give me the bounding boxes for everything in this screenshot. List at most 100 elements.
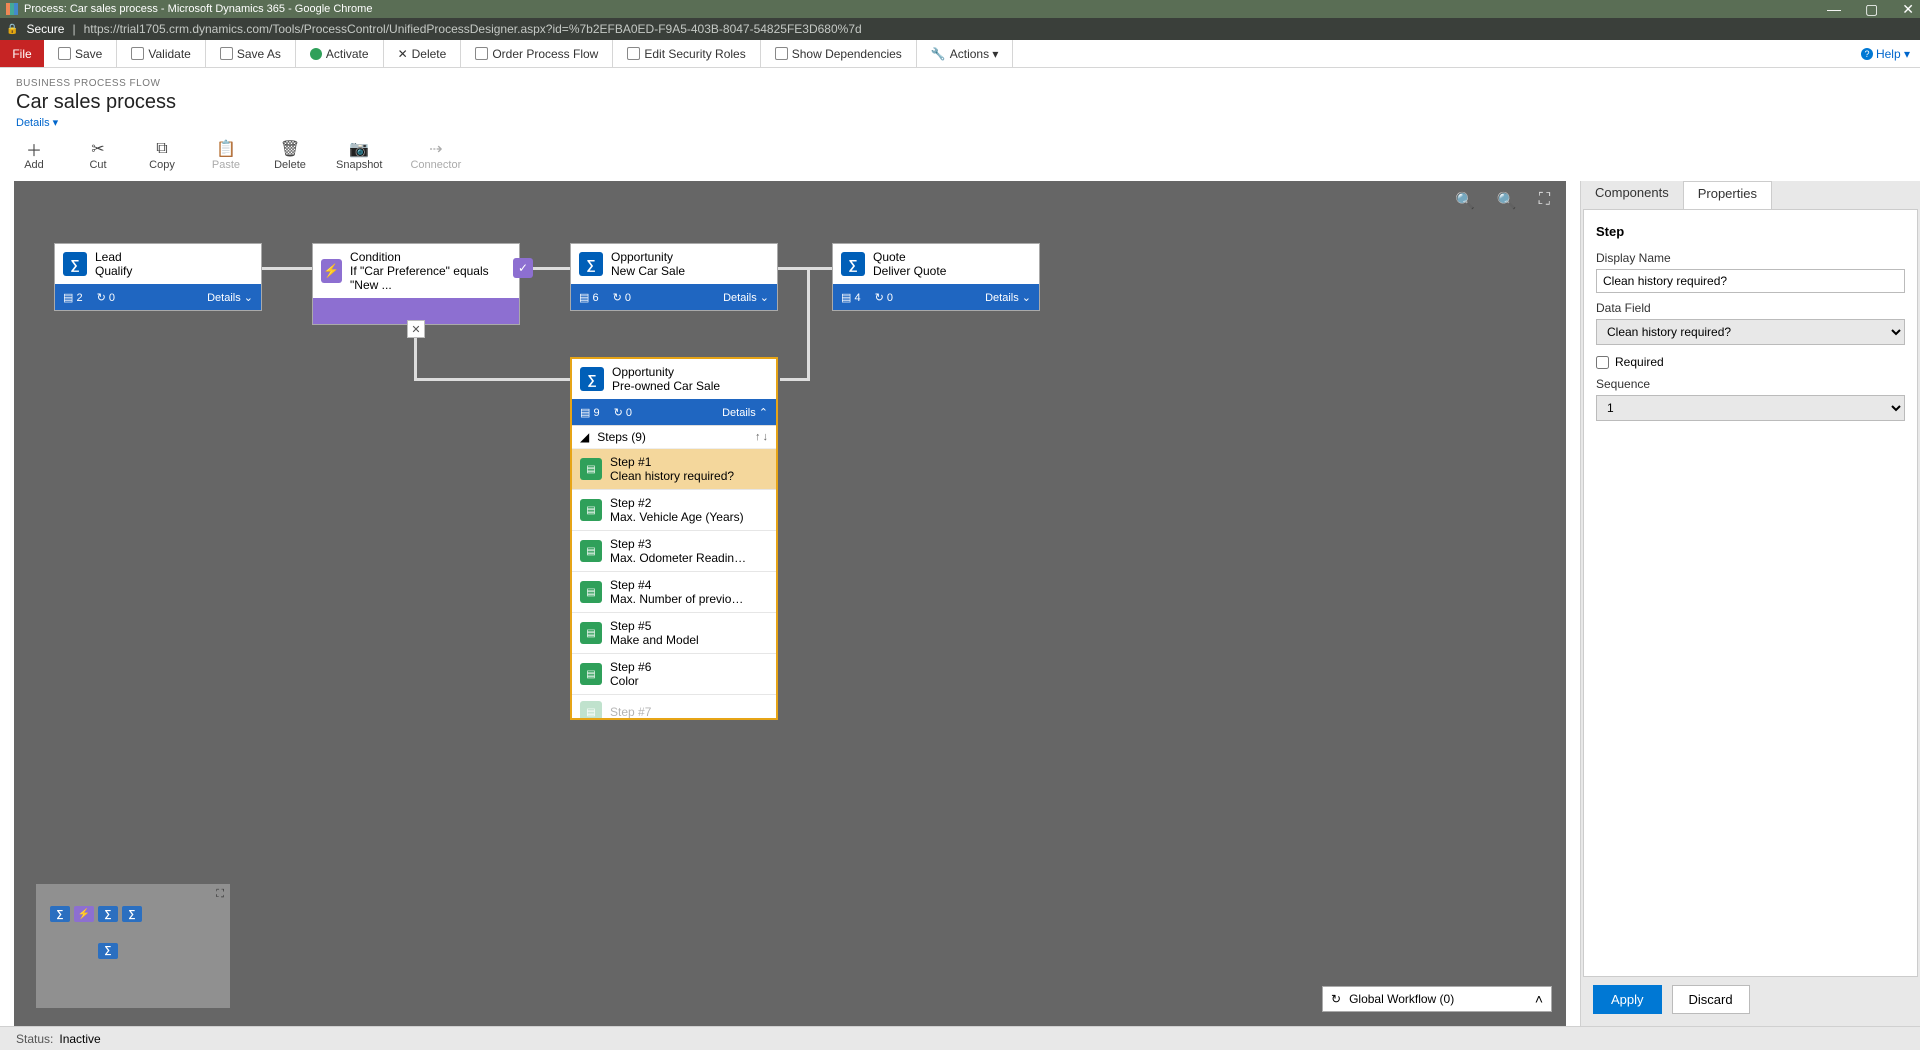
window-titlebar: Process: Car sales process - Microsoft D… (0, 0, 1920, 18)
step-item[interactable]: ▤ Step #2Max. Vehicle Age (Years) (572, 490, 776, 531)
process-canvas[interactable]: 🔍 🔍 ⛶ ∑ Lead Qualify ▤ 2 ↻ 0 (14, 181, 1566, 1026)
condition-x-icon[interactable]: ✕ (407, 320, 425, 338)
stage-icon: ∑ (841, 252, 865, 276)
steps-count: ▤ 9 (580, 406, 600, 419)
status-value: Inactive (59, 1032, 100, 1046)
sequence-label: Sequence (1596, 377, 1905, 391)
stage-name: Pre-owned Car Sale (612, 379, 720, 393)
loop-count: ↻ 0 (875, 291, 893, 304)
step-num: Step #7 (610, 705, 651, 718)
file-menu[interactable]: File (0, 40, 44, 67)
saveas-button[interactable]: Save As (216, 45, 285, 63)
maximize-icon[interactable]: ▢ (1865, 1, 1878, 18)
minimap-node: ∑ (98, 906, 118, 922)
connector-button[interactable]: ⇢Connector (410, 139, 461, 171)
step-num: Step #3 (610, 537, 750, 551)
activate-button[interactable]: Activate (306, 45, 373, 63)
steps-count: ▤ 2 (63, 291, 83, 304)
actions-menu[interactable]: 🔧Actions ▾ (927, 45, 1003, 63)
data-field-select[interactable]: Clean history required? (1596, 319, 1905, 345)
chevron-up-icon[interactable]: ˄ (1535, 991, 1543, 1007)
activate-icon (310, 48, 322, 60)
delete-button[interactable]: ✕Delete (394, 45, 451, 63)
minimap[interactable]: ⛶ ∑ ⚡ ∑ ∑ ∑ (36, 884, 230, 1008)
action-toolbar: ＋Add ✂Cut ⧉Copy 📋Paste 🗑Delete 📷Snapshot… (0, 133, 1920, 181)
stage-name: Qualify (95, 264, 132, 278)
zoom-out-icon[interactable]: 🔍 (1455, 191, 1475, 211)
camera-icon: 📷 (349, 139, 369, 159)
fit-icon[interactable]: ⛶ (1539, 191, 1550, 211)
step-item[interactable]: ▤ Step #5Make and Model (572, 613, 776, 654)
step-item[interactable]: ▤ Step #3Max. Odometer Reading (Max) (572, 531, 776, 572)
copy-button[interactable]: ⧉Copy (144, 139, 180, 171)
paste-button[interactable]: 📋Paste (208, 139, 244, 171)
step-icon: ▤ (580, 540, 602, 562)
data-field-label: Data Field (1596, 301, 1905, 315)
loop-count: ↻ 0 (613, 291, 631, 304)
condition-check-icon: ✓ (513, 258, 533, 278)
help-link[interactable]: ?Help ▾ (1851, 40, 1920, 67)
required-checkbox[interactable] (1596, 356, 1609, 369)
move-down-icon[interactable]: ↓ (763, 431, 769, 443)
details-toggle[interactable]: Details ⌃ (722, 406, 776, 419)
step-icon: ▤ (580, 663, 602, 685)
step-item[interactable]: ▤ Step #4Max. Number of previous ow... (572, 572, 776, 613)
stage-new-car-sale[interactable]: ∑ Opportunity New Car Sale ▤ 6 ↻ 0 Detai… (570, 243, 778, 311)
display-name-input[interactable] (1596, 269, 1905, 293)
details-toggle[interactable]: Details ⌄ (723, 291, 777, 304)
address-bar: 🔒 Secure | https://trial1705.crm.dynamic… (0, 18, 1920, 40)
stage-deliver-quote[interactable]: ∑ Quote Deliver Quote ▤ 4 ↻ 0 Details ⌄ (832, 243, 1040, 311)
tab-components[interactable]: Components (1581, 181, 1683, 209)
app-icon (6, 3, 18, 15)
apply-button[interactable]: Apply (1593, 985, 1662, 1014)
step-num: Step #5 (610, 619, 699, 633)
add-button[interactable]: ＋Add (16, 139, 52, 171)
snapshot-button[interactable]: 📷Snapshot (336, 139, 382, 171)
url-text[interactable]: https://trial1705.crm.dynamics.com/Tools… (84, 22, 862, 36)
tab-properties[interactable]: Properties (1683, 181, 1772, 209)
section-title: Step (1596, 224, 1905, 239)
plus-icon: ＋ (26, 139, 42, 159)
save-button[interactable]: Save (54, 45, 106, 63)
stage-preowned-car-sale[interactable]: ∑ Opportunity Pre-owned Car Sale ▤ 9 ↻ 0… (570, 357, 778, 720)
connector-line (260, 267, 314, 270)
help-icon: ? (1861, 48, 1873, 60)
step-icon: ▤ (580, 458, 602, 480)
expand-minimap-icon[interactable]: ⛶ (216, 888, 224, 901)
sequence-select[interactable]: 1 (1596, 395, 1905, 421)
step-item[interactable]: ▤ Step #6Color (572, 654, 776, 695)
condition-card[interactable]: ⚡ Condition If "Car Preference" equals "… (312, 243, 520, 325)
trash-icon: 🗑 (280, 139, 300, 159)
copy-icon: ⧉ (156, 139, 167, 159)
cut-button[interactable]: ✂Cut (80, 139, 116, 171)
stage-name: New Car Sale (611, 264, 685, 278)
global-workflow-bar[interactable]: ↻ Global Workflow (0) ˄ (1322, 986, 1552, 1012)
zoom-in-icon[interactable]: 🔍 (1497, 191, 1517, 211)
connector-line (780, 378, 810, 381)
discard-button[interactable]: Discard (1672, 985, 1750, 1014)
step-item[interactable]: ▤ Step #1Clean history required? (572, 449, 776, 490)
validate-button[interactable]: Validate (127, 45, 194, 63)
delete-step-button[interactable]: 🗑Delete (272, 139, 308, 171)
collapse-icon[interactable]: ◢ (580, 430, 589, 444)
move-up-icon[interactable]: ↑ (755, 431, 761, 443)
close-icon[interactable]: ✕ (1902, 1, 1914, 18)
dependencies-icon (775, 47, 788, 60)
display-name-label: Display Name (1596, 251, 1905, 265)
step-num: Step #4 (610, 578, 750, 592)
edit-security-button[interactable]: Edit Security Roles (623, 45, 749, 63)
step-label: Clean history required? (610, 469, 734, 483)
step-label: Color (610, 674, 651, 688)
order-flow-icon (475, 47, 488, 60)
loop-count: ↻ 0 (97, 291, 115, 304)
details-toggle[interactable]: Details ⌄ (207, 291, 261, 304)
stage-lead[interactable]: ∑ Lead Qualify ▤ 2 ↻ 0 Details ⌄ (54, 243, 262, 311)
details-toggle[interactable]: Details ⌄ (985, 291, 1039, 304)
minimap-node: ∑ (98, 943, 118, 959)
minimize-icon[interactable]: — (1827, 1, 1841, 18)
order-flow-button[interactable]: Order Process Flow (471, 45, 602, 63)
details-link[interactable]: Details ▾ (16, 116, 1904, 129)
show-dependencies-button[interactable]: Show Dependencies (771, 45, 906, 63)
step-item[interactable]: ▤ Step #7 (572, 695, 776, 718)
minimap-node: ∑ (122, 906, 142, 922)
